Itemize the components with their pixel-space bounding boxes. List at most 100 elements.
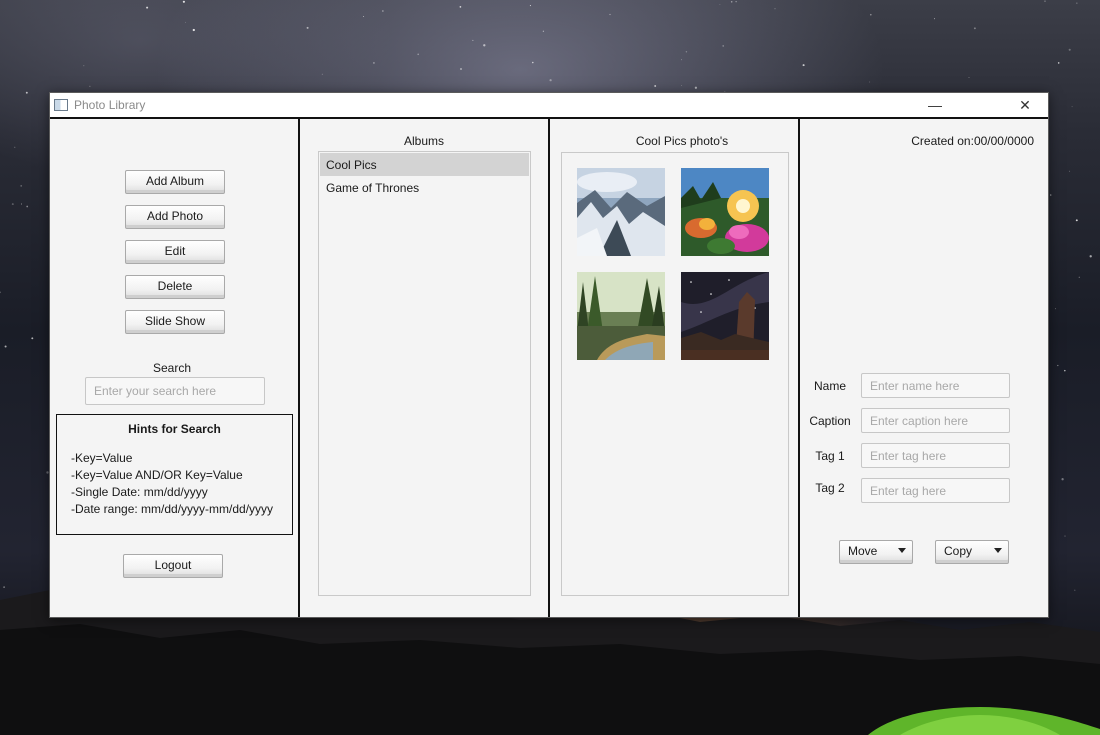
search-input[interactable] bbox=[85, 377, 265, 405]
albums-pane: Albums Cool Pics Game of Thrones bbox=[300, 119, 548, 617]
wallpaper-star bbox=[89, 85, 91, 87]
copy-dropdown[interactable]: Copy bbox=[935, 540, 1009, 564]
tag2-field[interactable] bbox=[861, 478, 1010, 503]
window-title: Photo Library bbox=[74, 98, 146, 112]
wallpaper-star bbox=[0, 291, 1, 294]
forest-river-photo[interactable] bbox=[577, 272, 665, 360]
name-label: Name bbox=[813, 379, 846, 393]
wallpaper-star bbox=[973, 27, 976, 30]
chevron-down-icon bbox=[994, 548, 1002, 553]
wallpaper-star bbox=[802, 64, 805, 67]
wallpaper-star bbox=[722, 45, 724, 47]
wallpaper-star bbox=[472, 39, 474, 41]
wallpaper-star bbox=[968, 77, 970, 78]
album-item-game-of-thrones[interactable]: Game of Thrones bbox=[320, 176, 529, 199]
wallpaper-star bbox=[146, 6, 149, 9]
wallpaper-star bbox=[654, 85, 657, 87]
photos-header: Cool Pics photo's bbox=[635, 134, 729, 148]
wallpaper-star bbox=[1044, 0, 1046, 2]
wallpaper-star bbox=[542, 30, 545, 32]
close-button[interactable]: ✕ bbox=[1002, 93, 1048, 117]
wallpaper-star bbox=[1075, 219, 1078, 222]
wallpaper-star bbox=[182, 0, 185, 3]
title-bar[interactable]: Photo Library — ✕ bbox=[50, 93, 1048, 117]
tag1-field[interactable] bbox=[861, 443, 1010, 468]
wallpaper-star bbox=[549, 79, 552, 82]
album-item-cool-pics[interactable]: Cool Pics bbox=[320, 153, 529, 176]
wallpaper-star bbox=[1071, 106, 1073, 108]
photo-library-window: Photo Library — ✕ Add Album Add Photo Ed… bbox=[49, 92, 1049, 618]
wallpaper-star bbox=[1064, 369, 1066, 372]
wallpaper-star bbox=[681, 59, 683, 61]
wallpaper-star bbox=[869, 81, 871, 83]
hints-title: Hints for Search bbox=[128, 422, 221, 436]
wallpaper-star bbox=[1068, 48, 1071, 51]
tag1-label: Tag 1 bbox=[815, 449, 845, 463]
add-album-button[interactable]: Add Album bbox=[125, 170, 225, 194]
wallpaper-star bbox=[685, 51, 688, 53]
wallpaper-star bbox=[185, 21, 186, 23]
wallpaper-star bbox=[870, 13, 872, 16]
hint-line: -Key=Value AND/OR Key=Value bbox=[71, 468, 243, 482]
wallpaper-star bbox=[20, 203, 23, 205]
caption-field[interactable] bbox=[861, 408, 1010, 433]
wallpaper-star bbox=[735, 1, 737, 3]
name-field[interactable] bbox=[861, 373, 1010, 398]
wallpaper-star bbox=[382, 10, 384, 12]
albums-header: Albums bbox=[403, 134, 444, 148]
wallpaper-star bbox=[20, 185, 23, 187]
wallpaper-star bbox=[192, 28, 195, 32]
snowy-mountain-photo[interactable] bbox=[577, 168, 665, 256]
wallpaper-star bbox=[774, 8, 776, 10]
wallpaper-star bbox=[680, 85, 682, 86]
wallpaper-star bbox=[26, 205, 29, 208]
add-photo-button[interactable]: Add Photo bbox=[125, 205, 225, 229]
search-hints-box: Hints for Search -Key=Value -Key=Value A… bbox=[56, 414, 293, 535]
hint-line: -Key=Value bbox=[71, 451, 133, 465]
wallpaper-star bbox=[529, 5, 531, 7]
wallpaper-star bbox=[694, 86, 698, 89]
logout-button[interactable]: Logout bbox=[123, 554, 223, 578]
app-window-icon bbox=[54, 99, 68, 111]
wallpaper-star bbox=[730, 1, 733, 3]
wallpaper-star bbox=[1069, 170, 1071, 172]
actions-pane: Add Album Add Photo Edit Delete Slide Sh… bbox=[50, 119, 298, 617]
photo-details-pane: Created on:00/00/0000 Name Caption Tag 1… bbox=[800, 119, 1048, 617]
wallpaper-star bbox=[417, 53, 420, 56]
photos-grid bbox=[561, 152, 789, 596]
minimize-button[interactable]: — bbox=[912, 93, 958, 117]
wallpaper-star bbox=[609, 13, 611, 16]
wallpaper-star bbox=[1089, 255, 1092, 258]
wallpaper-star bbox=[1057, 364, 1059, 367]
tag2-label: Tag 2 bbox=[815, 481, 845, 495]
edit-button[interactable]: Edit bbox=[125, 240, 225, 264]
chevron-down-icon bbox=[898, 548, 906, 553]
wallpaper-star bbox=[372, 61, 375, 64]
wallpaper-star bbox=[1054, 308, 1056, 310]
wallpaper-star bbox=[306, 26, 309, 29]
move-dropdown-label: Move bbox=[848, 544, 878, 558]
caption-label: Caption bbox=[809, 414, 851, 428]
hint-line: -Single Date: mm/dd/yyyy bbox=[71, 485, 208, 499]
wallpaper-star bbox=[719, 4, 721, 6]
wallpaper-star bbox=[321, 73, 323, 75]
wallpaper-star bbox=[1076, 2, 1078, 4]
search-label: Search bbox=[152, 361, 192, 375]
wallpaper-star bbox=[459, 6, 462, 8]
wallpaper-star bbox=[1049, 194, 1052, 196]
window-content: Add Album Add Photo Edit Delete Slide Sh… bbox=[50, 117, 1048, 617]
wallpaper-tent bbox=[868, 707, 1100, 735]
albums-list[interactable]: Cool Pics Game of Thrones bbox=[318, 151, 531, 596]
wallpaper-star bbox=[83, 65, 85, 67]
delete-button[interactable]: Delete bbox=[125, 275, 225, 299]
flowers-sunset-photo[interactable] bbox=[681, 168, 769, 256]
wallpaper-star bbox=[483, 44, 486, 47]
move-dropdown[interactable]: Move bbox=[839, 540, 913, 564]
slide-show-button[interactable]: Slide Show bbox=[125, 310, 225, 334]
created-on-label: Created on:00/00/0000 bbox=[911, 134, 1034, 148]
night-sky-rock-photo[interactable] bbox=[681, 272, 769, 360]
wallpaper-star bbox=[1064, 535, 1066, 537]
wallpaper-star bbox=[31, 337, 34, 340]
wallpaper-star bbox=[4, 345, 7, 348]
wallpaper-star bbox=[11, 203, 14, 206]
